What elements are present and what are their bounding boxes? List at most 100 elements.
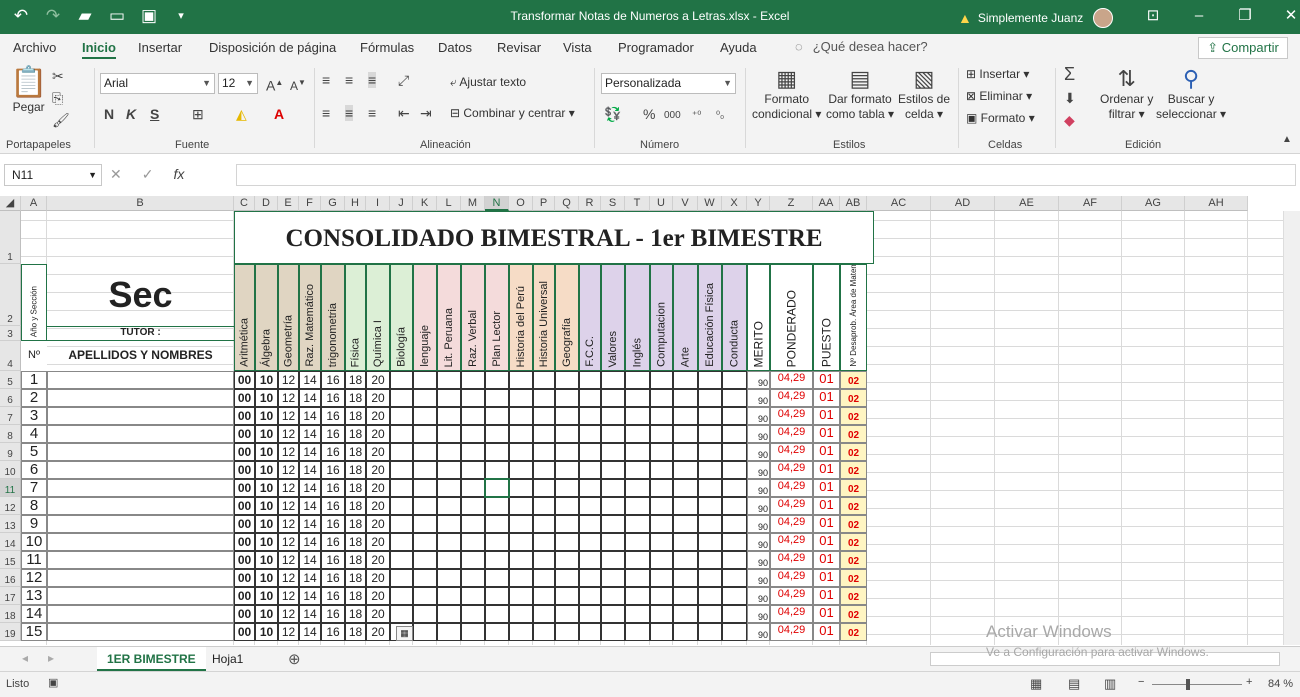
grade-cell[interactable] (698, 551, 722, 569)
column-header[interactable]: N (485, 196, 509, 211)
column-header[interactable]: D (255, 196, 278, 211)
delete-cells-button[interactable]: ⊠ Eliminar ▾ (966, 89, 1032, 104)
grade-cell[interactable] (579, 551, 601, 569)
save-icon[interactable]: ▣ (138, 6, 160, 26)
close-icon[interactable]: ✕ (1268, 6, 1300, 26)
grade-cell[interactable] (533, 587, 555, 605)
grade-cell[interactable] (485, 497, 509, 515)
column-header[interactable]: Q (555, 196, 579, 211)
grade-cell[interactable] (461, 587, 485, 605)
grade-cell[interactable] (625, 479, 650, 497)
grade-cell[interactable] (390, 389, 413, 407)
grade-cell[interactable] (485, 569, 509, 587)
tab-programador[interactable]: Programador (618, 40, 694, 55)
grade-cell[interactable] (437, 407, 461, 425)
normal-view-icon[interactable]: ▦ (1030, 676, 1042, 692)
grade-cell[interactable] (461, 443, 485, 461)
grade-cell[interactable] (673, 479, 698, 497)
row-header[interactable]: 9 (0, 443, 21, 461)
grade-cell[interactable] (555, 461, 579, 479)
decrease-indent-icon[interactable]: ⇤ (398, 105, 410, 121)
grade-cell[interactable] (509, 533, 533, 551)
grade-cell[interactable] (437, 371, 461, 389)
grade-cell[interactable] (650, 569, 673, 587)
grade-cell[interactable] (650, 425, 673, 443)
tab-revisar[interactable]: Revisar (497, 40, 541, 55)
grade-cell[interactable] (601, 371, 625, 389)
column-header[interactable]: B (47, 196, 234, 211)
grade-cell[interactable] (650, 371, 673, 389)
grade-cell[interactable] (390, 569, 413, 587)
grade-cell[interactable] (722, 587, 747, 605)
column-header[interactable]: Y (747, 196, 770, 211)
grade-cell[interactable] (413, 425, 437, 443)
grade-cell[interactable] (722, 497, 747, 515)
grade-cell[interactable] (722, 623, 747, 641)
grade-cell[interactable] (698, 515, 722, 533)
fill-color-icon[interactable]: ◭ (236, 106, 247, 122)
font-color-icon[interactable]: A (274, 106, 284, 122)
grow-font-icon[interactable]: A▲ (266, 75, 283, 94)
grade-cell[interactable] (579, 425, 601, 443)
row-header[interactable]: 11 (0, 479, 21, 497)
grade-cell[interactable] (533, 515, 555, 533)
column-header[interactable]: J (390, 196, 413, 211)
column-header[interactable]: U (650, 196, 673, 211)
grade-cell[interactable] (413, 551, 437, 569)
grade-cell[interactable] (390, 605, 413, 623)
grade-cell[interactable] (461, 461, 485, 479)
grade-cell[interactable] (437, 443, 461, 461)
orientation-icon[interactable]: ⤢ (398, 72, 409, 88)
grade-cell[interactable] (485, 389, 509, 407)
grade-cell[interactable] (555, 497, 579, 515)
cell-styles-button[interactable]: ▧ Estilos de celda ▾ (898, 66, 950, 122)
grade-cell[interactable] (533, 479, 555, 497)
grade-cell[interactable] (461, 533, 485, 551)
grade-cell[interactable] (579, 497, 601, 515)
grade-cell[interactable] (579, 533, 601, 551)
cancel-icon[interactable]: ✕ (110, 166, 122, 183)
grade-cell[interactable] (509, 389, 533, 407)
open-folder-icon[interactable]: ▰ (74, 6, 96, 26)
grade-cell[interactable] (461, 479, 485, 497)
grade-cell[interactable] (601, 605, 625, 623)
grade-cell[interactable] (533, 623, 555, 641)
grade-cell[interactable] (533, 371, 555, 389)
align-middle-icon[interactable]: ≡ (345, 72, 353, 88)
column-header[interactable]: F (299, 196, 321, 211)
grade-cell[interactable] (698, 389, 722, 407)
formula-input[interactable] (236, 164, 1296, 186)
grade-cell[interactable] (698, 587, 722, 605)
column-header[interactable]: V (673, 196, 698, 211)
grade-cell[interactable] (437, 551, 461, 569)
grade-cell[interactable] (437, 461, 461, 479)
grade-cell[interactable] (437, 569, 461, 587)
grade-cell[interactable] (722, 605, 747, 623)
shrink-font-icon[interactable]: A▼ (290, 75, 306, 94)
tab-formulas[interactable]: Fórmulas (360, 40, 414, 55)
grade-cell[interactable] (625, 605, 650, 623)
grade-cell[interactable] (509, 479, 533, 497)
row-header[interactable]: 4 (0, 341, 21, 371)
row-header[interactable]: 10 (0, 461, 21, 479)
grade-cell[interactable] (461, 515, 485, 533)
zoom-level[interactable]: 84 % (1268, 678, 1293, 690)
column-header[interactable]: AD (931, 196, 995, 211)
sort-filter-button[interactable]: ⇅ Ordenar y filtrar ▾ (1100, 66, 1153, 122)
grade-cell[interactable] (533, 569, 555, 587)
tab-insertar[interactable]: Insertar (138, 40, 182, 55)
grade-cell[interactable] (722, 515, 747, 533)
customize-qat-icon[interactable]: ▾ (170, 6, 192, 26)
cut-icon[interactable]: ✂ (52, 68, 64, 84)
row-header[interactable]: 2 (0, 264, 21, 326)
underline-icon[interactable]: S (150, 106, 159, 122)
avatar[interactable] (1093, 8, 1114, 28)
format-painter-icon[interactable]: 🖌 (52, 112, 70, 128)
student-name-cell[interactable] (47, 389, 234, 407)
grade-cell[interactable] (461, 407, 485, 425)
grade-cell[interactable] (509, 443, 533, 461)
grade-cell[interactable] (509, 461, 533, 479)
grade-cell[interactable] (650, 497, 673, 515)
grade-cell[interactable] (437, 623, 461, 641)
grade-cell[interactable] (533, 443, 555, 461)
